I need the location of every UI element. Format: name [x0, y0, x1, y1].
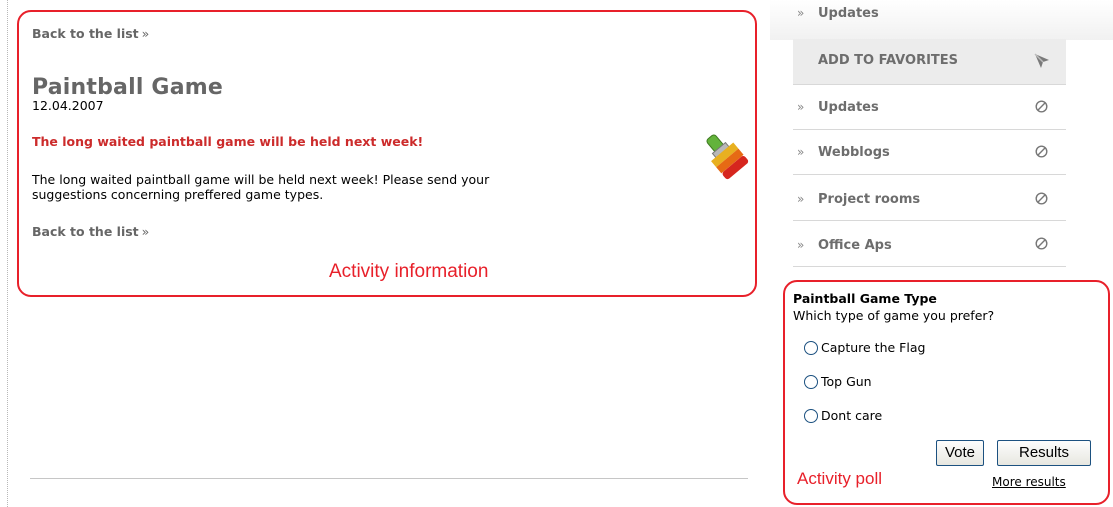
raquo-icon: » [797, 192, 805, 206]
raquo-icon: » [141, 224, 150, 239]
sidebar-item-project-rooms[interactable]: » Project rooms [793, 176, 1066, 221]
raquo-icon: » [141, 26, 150, 41]
description-line-1: The long waited paintball game will be h… [32, 172, 490, 187]
activity-poll-annotation: Activity poll [797, 469, 883, 488]
back-to-list-link-top[interactable]: Back to the list» [32, 26, 149, 41]
sidebar-item-office-aps[interactable]: » Office Aps [793, 222, 1066, 267]
add-to-favorites-label[interactable]: ADD TO FAVORITES [818, 53, 958, 68]
add-to-favorites-button[interactable]: ADD TO FAVORITES [793, 39, 1066, 85]
back-link-label[interactable]: Back to the list [32, 26, 139, 41]
sidebar-item-label[interactable]: Webblogs [818, 145, 890, 160]
activity-date: 12.04.2007 [32, 98, 104, 113]
favorites-arrow-icon [1034, 53, 1049, 68]
radio-button[interactable] [804, 341, 818, 355]
activity-poll-panel: Paintball Game Type Which type of game y… [783, 280, 1110, 505]
left-dotted-divider [7, 0, 8, 507]
raquo-icon: » [797, 238, 805, 252]
vote-button[interactable]: Vote [936, 440, 985, 466]
poll-option-label[interactable]: Capture the Flag [821, 340, 925, 355]
sidebar-item-label[interactable]: Office Aps [818, 238, 892, 253]
poll-option-top-gun[interactable]: Top Gun [804, 374, 872, 389]
ban-icon[interactable] [1035, 192, 1048, 205]
activity-title: Paintball Game [32, 75, 223, 100]
activity-description: The long waited paintball game will be h… [32, 172, 682, 202]
poll-question: Which type of game you prefer? [793, 308, 995, 323]
paintbrush-icon [706, 134, 749, 180]
content-bottom-divider [30, 478, 748, 479]
back-link-label[interactable]: Back to the list [32, 224, 139, 239]
poll-option-label[interactable]: Top Gun [821, 374, 872, 389]
sidebar-item-label[interactable]: Project rooms [818, 192, 920, 207]
sidebar-item-label[interactable]: Updates [818, 100, 879, 115]
radio-button[interactable] [804, 409, 818, 423]
poll-option-label[interactable]: Dont care [821, 408, 882, 423]
raquo-icon: » [797, 6, 805, 20]
sidebar-item-updates-top[interactable]: » Updates [793, 0, 1066, 39]
description-line-2: suggestions concerning preffered game ty… [32, 187, 324, 202]
more-results-link[interactable]: More results [992, 475, 1066, 489]
poll-option-dont-care[interactable]: Dont care [804, 408, 882, 423]
back-to-list-link-bottom[interactable]: Back to the list» [32, 224, 149, 239]
results-button[interactable]: Results [997, 440, 1091, 466]
ban-icon[interactable] [1035, 100, 1048, 113]
activity-information-panel: Back to the list» Paintball Game 12.04.2… [17, 10, 757, 297]
poll-title: Paintball Game Type [793, 291, 937, 306]
radio-button[interactable] [804, 375, 818, 389]
raquo-icon: » [797, 145, 805, 159]
sidebar-item-updates[interactable]: » Updates [793, 85, 1066, 130]
activity-headline: The long waited paintball game will be h… [32, 134, 424, 149]
activity-information-annotation: Activity information [329, 261, 489, 282]
raquo-icon: » [797, 100, 805, 114]
sidebar-item-webblogs[interactable]: » Webblogs [793, 130, 1066, 175]
ban-icon[interactable] [1035, 145, 1048, 158]
sidebar-item-label[interactable]: Updates [818, 6, 879, 21]
ban-icon[interactable] [1035, 237, 1048, 250]
poll-option-capture-the-flag[interactable]: Capture the Flag [804, 340, 925, 355]
